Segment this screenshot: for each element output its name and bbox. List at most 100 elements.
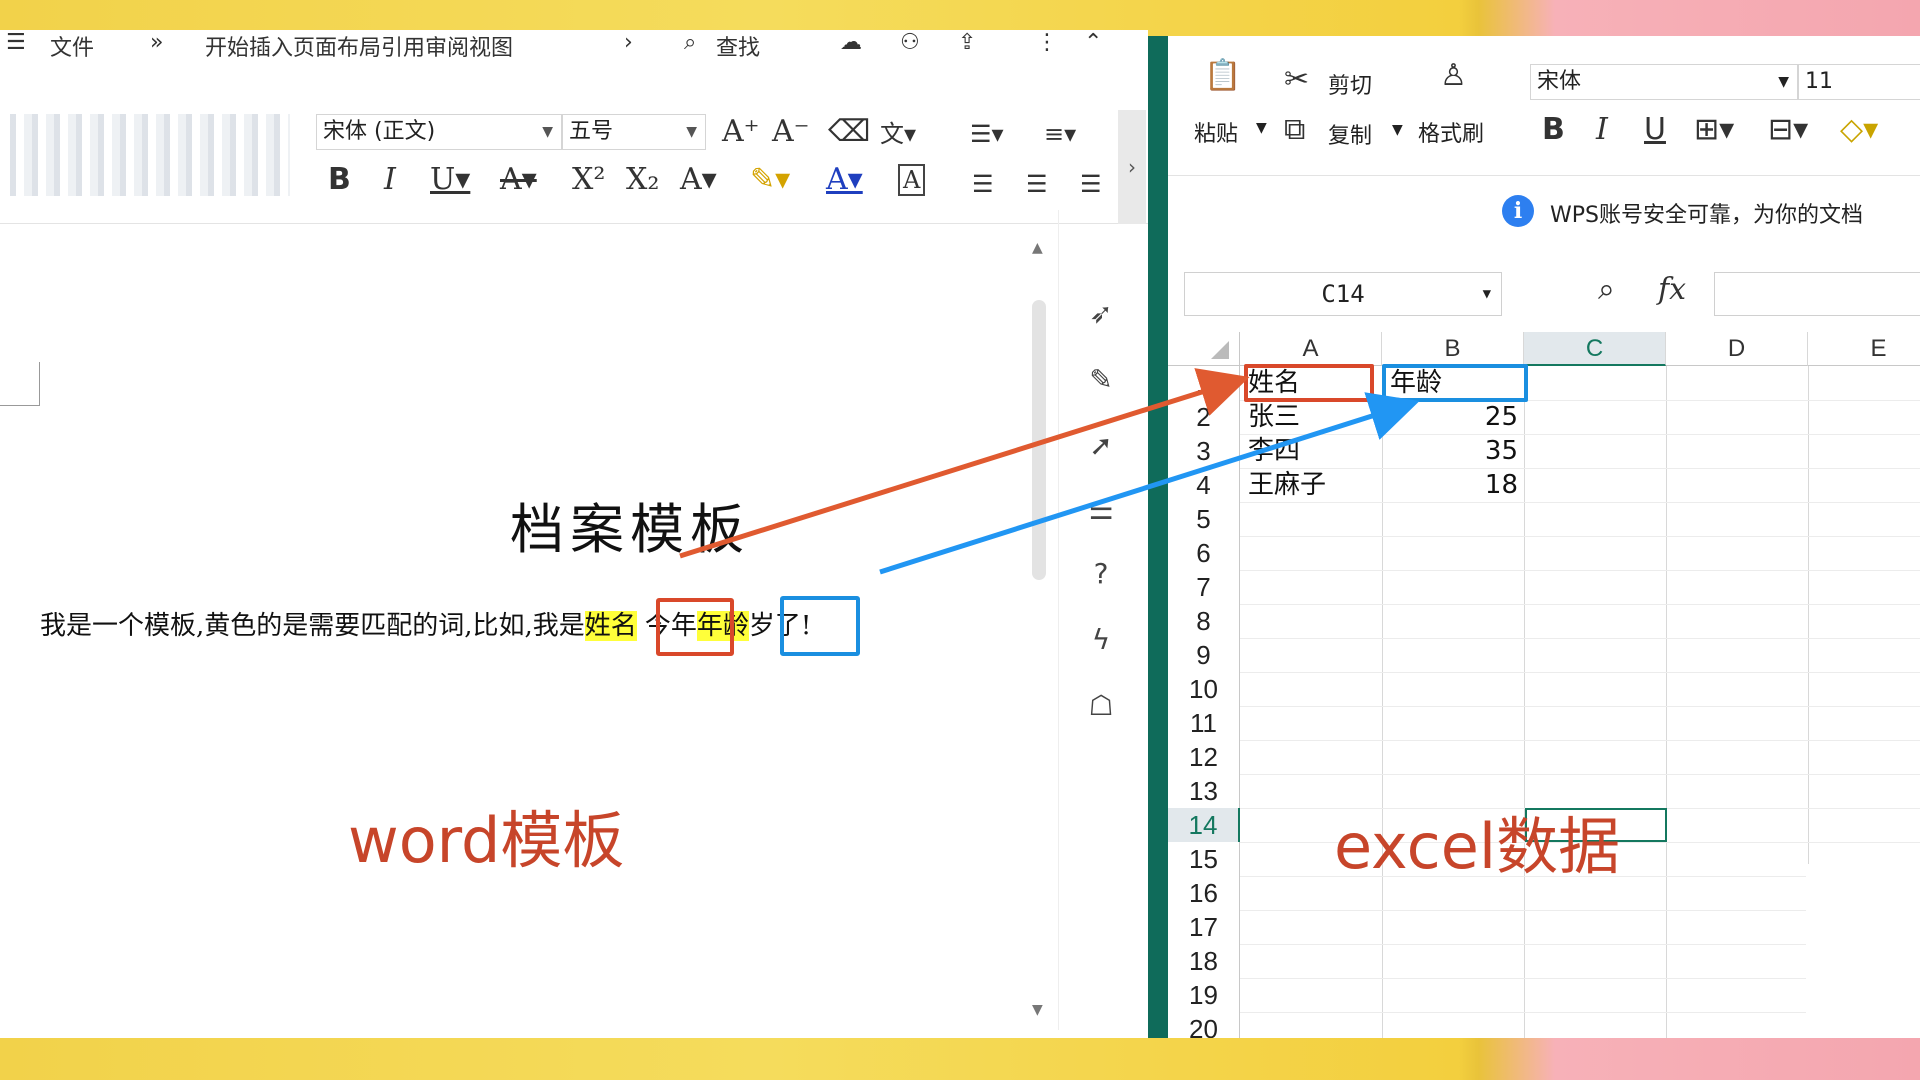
search-label[interactable]: 查找 bbox=[716, 30, 760, 62]
pinyin-icon[interactable]: 文▾ bbox=[880, 116, 916, 152]
numbered-list-icon[interactable]: ≡▾ bbox=[1044, 116, 1076, 152]
cell-style-icon[interactable]: ⊟▾ bbox=[1768, 112, 1808, 147]
row-header-12[interactable]: 12 bbox=[1168, 740, 1240, 774]
italic-icon[interactable]: I bbox=[1596, 112, 1608, 147]
copy-button[interactable]: 复制 bbox=[1328, 118, 1372, 150]
underline-icon[interactable]: U bbox=[1644, 112, 1666, 147]
column-header-e[interactable]: E bbox=[1808, 332, 1920, 366]
row-header-19[interactable]: 19 bbox=[1168, 978, 1240, 1012]
format-painter-button[interactable]: 格式刷 bbox=[1418, 116, 1484, 148]
highlight-icon[interactable]: ✎▾ bbox=[750, 162, 790, 198]
pen-icon[interactable]: ✎ bbox=[1081, 360, 1121, 400]
vertical-scrollbar[interactable]: ▲ ▼ bbox=[1030, 240, 1048, 1038]
cell-a3[interactable]: 李四 bbox=[1248, 434, 1378, 468]
align-right-icon[interactable]: ☰ bbox=[1080, 166, 1102, 202]
excel-font-size-select[interactable]: 11 bbox=[1798, 64, 1920, 100]
grid-line bbox=[1240, 706, 1920, 707]
name-box[interactable]: C14 ▼ bbox=[1184, 272, 1502, 316]
column-header-c[interactable]: C bbox=[1524, 332, 1666, 366]
row-header-11[interactable]: 11 bbox=[1168, 706, 1240, 740]
scroll-down-icon[interactable]: ▼ bbox=[1032, 1002, 1043, 1018]
cut-button[interactable]: 剪切 bbox=[1328, 68, 1372, 100]
paste-button[interactable]: 粘贴 bbox=[1194, 116, 1238, 148]
grid-line bbox=[1240, 570, 1920, 571]
cursor-select-icon[interactable]: ➚ bbox=[1081, 426, 1121, 466]
row-header-8[interactable]: 8 bbox=[1168, 604, 1240, 638]
row-header-15[interactable]: 15 bbox=[1168, 842, 1240, 876]
menu-icon[interactable]: ☰ bbox=[6, 30, 26, 55]
function-icon[interactable]: fx bbox=[1658, 272, 1686, 307]
rocket-icon[interactable]: ➶ bbox=[1081, 294, 1121, 334]
paste-icon[interactable]: 📋 bbox=[1204, 58, 1241, 93]
font-name-select[interactable]: 宋体 (正文) ▼ bbox=[316, 114, 562, 150]
image-tool-icon[interactable]: ☖ bbox=[1081, 686, 1121, 726]
cell-b2[interactable]: 25 bbox=[1390, 400, 1518, 434]
row-header-7[interactable]: 7 bbox=[1168, 570, 1240, 604]
cell-a4[interactable]: 王麻子 bbox=[1248, 468, 1378, 502]
adjust-sliders-icon[interactable]: ⚌ bbox=[1081, 490, 1121, 530]
borders-icon[interactable]: ⊞▾ bbox=[1694, 112, 1734, 147]
column-header-d[interactable]: D bbox=[1666, 332, 1808, 366]
italic-icon[interactable]: I bbox=[384, 162, 396, 198]
fill-color-icon[interactable]: ◇▾ bbox=[1840, 112, 1878, 147]
ribbon-expand-handle[interactable]: › bbox=[1118, 110, 1146, 224]
align-left-icon[interactable]: ☰ bbox=[972, 166, 994, 202]
export-icon[interactable]: ⇪ bbox=[958, 30, 976, 55]
cloud-icon[interactable]: ☁ bbox=[840, 30, 862, 55]
menu-more[interactable]: » bbox=[150, 30, 163, 55]
row-header-5[interactable]: 5 bbox=[1168, 502, 1240, 536]
cell-a2[interactable]: 张三 bbox=[1248, 400, 1378, 434]
char-border-icon[interactable]: A bbox=[898, 164, 926, 196]
row-header-1[interactable]: 1 bbox=[1168, 366, 1240, 400]
menu-tabs[interactable]: 开始插入页面布局引用审阅视图 bbox=[205, 30, 513, 62]
overlay-white-patch bbox=[1806, 864, 1920, 1038]
superscript-icon[interactable]: X² bbox=[572, 162, 605, 198]
bullet-list-icon[interactable]: ☰▾ bbox=[970, 116, 1004, 152]
help-icon[interactable]: ? bbox=[1081, 554, 1121, 594]
text-effect-icon[interactable]: A▾ bbox=[680, 162, 717, 198]
more-icon[interactable]: ⋮ bbox=[1036, 30, 1058, 55]
row-header-13[interactable]: 13 bbox=[1168, 774, 1240, 808]
subscript-icon[interactable]: X₂ bbox=[626, 162, 659, 198]
eraser-icon[interactable]: ⌫ bbox=[828, 114, 870, 150]
share-user-icon[interactable]: ⚇ bbox=[900, 30, 920, 55]
collapse-ribbon-icon[interactable]: ⌃ bbox=[1084, 30, 1102, 55]
excel-font-select[interactable]: 宋体 ▼ bbox=[1530, 64, 1798, 100]
lightning-icon[interactable]: ϟ bbox=[1081, 620, 1121, 660]
chevron-down-icon[interactable]: ▼ bbox=[1256, 120, 1267, 136]
row-header-3[interactable]: 3 bbox=[1168, 434, 1240, 468]
column-header-a[interactable]: A bbox=[1240, 332, 1382, 366]
font-size-select[interactable]: 五号 ▼ bbox=[562, 114, 706, 150]
scroll-up-icon[interactable]: ▲ bbox=[1032, 240, 1043, 256]
shrink-font-icon[interactable]: A⁻ bbox=[772, 114, 810, 150]
security-notice-text: WPS账号安全可靠，为你的文档 bbox=[1550, 203, 1863, 228]
menu-next[interactable]: › bbox=[624, 30, 633, 55]
row-header-20[interactable]: 20 bbox=[1168, 1012, 1240, 1038]
row-header-17[interactable]: 17 bbox=[1168, 910, 1240, 944]
row-header-10[interactable]: 10 bbox=[1168, 672, 1240, 706]
font-color-icon[interactable]: A▾ bbox=[826, 162, 863, 198]
cell-b3[interactable]: 35 bbox=[1390, 434, 1518, 468]
row-header-18[interactable]: 18 bbox=[1168, 944, 1240, 978]
chevron-down-icon[interactable]: ▼ bbox=[1392, 122, 1403, 138]
cell-b4[interactable]: 18 bbox=[1390, 468, 1518, 502]
bold-icon[interactable]: B bbox=[328, 162, 351, 198]
formula-bar-input[interactable] bbox=[1714, 272, 1920, 316]
row-header-9[interactable]: 9 bbox=[1168, 638, 1240, 672]
row-header-6[interactable]: 6 bbox=[1168, 536, 1240, 570]
strikethrough-icon[interactable]: A▾ bbox=[500, 162, 537, 198]
row-header-2[interactable]: 2 bbox=[1168, 400, 1240, 434]
row-header-4[interactable]: 4 bbox=[1168, 468, 1240, 502]
row-header-14[interactable]: 14 bbox=[1168, 808, 1240, 842]
column-header-b[interactable]: B bbox=[1382, 332, 1524, 366]
underline-icon[interactable]: U▾ bbox=[430, 162, 470, 198]
zoom-search-icon[interactable]: ⌕ bbox=[1598, 272, 1615, 307]
search-icon[interactable]: ⌕ bbox=[684, 30, 696, 55]
grow-font-icon[interactable]: A⁺ bbox=[722, 114, 760, 150]
row-header-16[interactable]: 16 bbox=[1168, 876, 1240, 910]
select-all-corner[interactable] bbox=[1168, 332, 1240, 366]
scroll-thumb[interactable] bbox=[1032, 300, 1046, 580]
align-center-icon[interactable]: ☰ bbox=[1026, 166, 1048, 202]
bold-icon[interactable]: B bbox=[1542, 112, 1565, 147]
menu-file[interactable]: 文件 bbox=[50, 30, 94, 62]
